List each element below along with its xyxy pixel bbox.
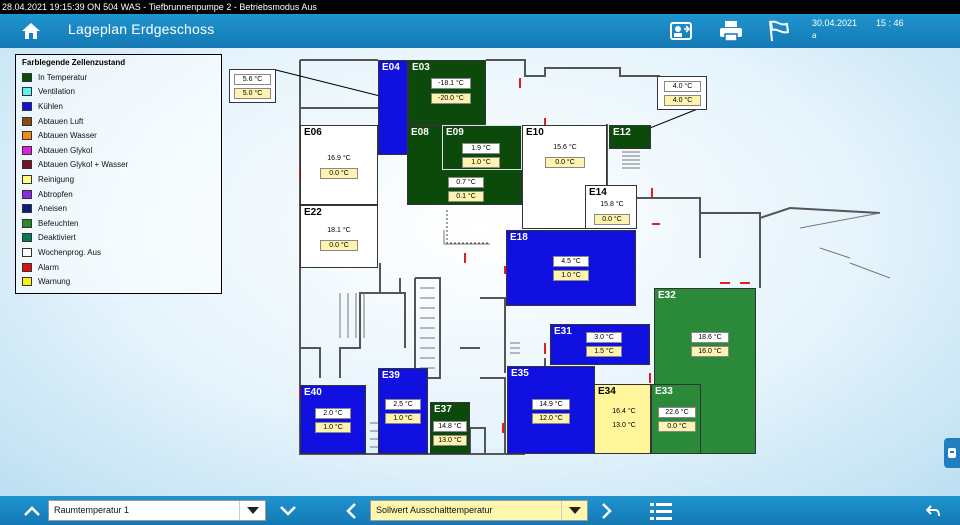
value-select-1[interactable]: Raumtemperatur 1 [48,500,266,521]
room-label: E35 [511,368,529,379]
room-setpoint: 1.5 °C [586,346,622,357]
list-icon[interactable] [648,499,674,522]
room-current-temp: 2.0 °C [315,408,351,419]
bottom-bar: Raumtemperatur 1 Sollwert Ausschalttempe… [0,496,960,525]
room-e35[interactable]: E35 14.9 °C 12.0 °C [507,366,595,454]
value-select-1-text: Raumtemperatur 1 [54,505,130,515]
room-setpoint: 12.0 °C [532,413,570,424]
e04-callout: 5.6 °C 5.0 °C [229,69,276,103]
e12-current-temp: 4.0 °C [664,81,701,92]
side-panel-icon [948,448,956,458]
room-e33[interactable]: E33 22.6 °C 0.0 °C [651,384,701,454]
room-label: E04 [382,62,400,73]
status-line: 28.04.2021 19:15:39 ON 504 WAS - Tiefbru… [0,0,960,14]
chevron-down-icon [561,501,587,520]
room-current-temp: 14.8 °C [433,421,467,432]
room-current-temp: 14.9 °C [532,399,570,410]
room-e39[interactable]: E39 2.5 °C 1.0 °C [378,368,428,454]
room-current-temp: 1.9 °C [462,143,500,154]
room-e14[interactable]: E14 15.8 °C 0.0 °C [585,185,637,229]
e12-setpoint: 4.0 °C [664,95,701,106]
room-label: E03 [412,62,430,73]
room-e03[interactable]: E03 -18.1 °C -20.0 °C [408,60,486,125]
room-setpoint: 13.0 °C [433,435,467,446]
date-suffix: a [812,31,817,40]
room-current-temp: 18.6 °C [691,332,729,343]
room-setpoint: 1.0 °C [553,270,589,281]
back-icon[interactable] [922,500,944,521]
room-e31[interactable]: E31 3.0 °C 1.5 °C [550,324,650,365]
page-title: Lageplan Erdgeschoss [68,21,215,37]
room-setpoint: -20.0 °C [431,93,471,104]
room-e09[interactable]: E09 1.9 °C 1.0 °C [442,125,522,170]
floor-plan-area: Farblegende Zellenzustand In Temperatur V… [0,48,960,496]
date-display: 30.04.2021 [812,18,858,28]
room-e34[interactable]: E34 16.4 °C 13.0 °C [594,384,651,454]
room-label: E32 [658,290,676,301]
room-label: E37 [434,404,452,415]
room-setpoint: 0.0 °C [545,157,585,168]
side-panel-tab[interactable] [944,438,960,468]
room-setpoint: 0.0 °C [658,421,696,432]
room-current-temp: -18.1 °C [431,78,471,89]
top-bar: Lageplan Erdgeschoss 30.04.2021 a 15 : 4… [0,14,960,48]
room-label: E18 [510,232,528,243]
chevron-right-icon[interactable] [596,500,618,521]
room-label: E10 [526,127,544,138]
room-current-temp: 2.5 °C [385,399,421,410]
flag-icon[interactable] [766,18,792,44]
room-label: E06 [304,127,322,138]
e04-setpoint: 5.0 °C [234,88,271,99]
room-label: E34 [598,386,616,397]
room-label: E33 [655,386,673,397]
room-setpoint: 1.0 °C [385,413,421,424]
room-e22[interactable]: E22 18.1 °C 0.0 °C [300,205,378,268]
room-setpoint: 1.0 °C [315,422,351,433]
room-label: E40 [304,387,322,398]
e04-current-temp: 5.6 °C [234,74,271,85]
room-label: E31 [554,326,572,337]
room-current-temp: 0.7 °C [448,177,484,188]
room-current-temp: 16.9 °C [327,155,351,162]
room-e12[interactable]: E12 [609,125,651,149]
chevron-left-icon[interactable] [340,500,362,521]
room-current-temp: 15.6 °C [553,144,577,151]
room-setpoint: 16.0 °C [691,346,729,357]
room-setpoint: 1.0 °C [462,157,500,168]
room-e40[interactable]: E40 2.0 °C 1.0 °C [300,385,366,454]
room-label: E12 [613,127,631,138]
scroll-up-icon[interactable] [20,500,44,521]
room-label: E08 [411,127,429,138]
room-setpoint: 0.1 °C [448,191,484,202]
home-icon[interactable] [20,20,42,42]
room-current-temp: 4.5 °C [553,256,589,267]
room-setpoint: 0.0 °C [594,214,630,225]
room-setpoint: 0.0 °C [320,168,358,179]
room-e06[interactable]: E06 16.9 °C 0.0 °C [300,125,378,205]
room-e37[interactable]: E37 14.8 °C 13.0 °C [430,402,470,454]
user-transfer-icon[interactable] [668,19,694,43]
room-label: E09 [446,127,464,138]
chevron-down-icon[interactable] [276,500,300,521]
room-e18[interactable]: E18 4.5 °C 1.0 °C [506,230,636,306]
room-current-temp: 3.0 °C [586,332,622,343]
room-label: E22 [304,207,322,218]
room-label: E14 [589,187,607,198]
room-current-temp: 16.4 °C [612,408,636,415]
value-select-2-text: Sollwert Ausschalttemperatur [376,505,493,515]
room-current-temp: 22.6 °C [658,407,696,418]
room-e04[interactable]: E04 [378,60,408,155]
room-current-temp: 18.1 °C [327,227,351,234]
value-select-2[interactable]: Sollwert Ausschalttemperatur [370,500,588,521]
time-display: 15 : 46 [876,18,904,28]
room-label: E39 [382,370,400,381]
e12-callout: 4.0 °C 4.0 °C [657,76,707,110]
room-current-temp: 15.8 °C [600,201,624,208]
room-setpoint: 13.0 °C [612,422,636,429]
room-setpoint: 0.0 °C [320,240,358,251]
chevron-down-icon [239,501,265,520]
printer-icon[interactable] [718,19,744,43]
